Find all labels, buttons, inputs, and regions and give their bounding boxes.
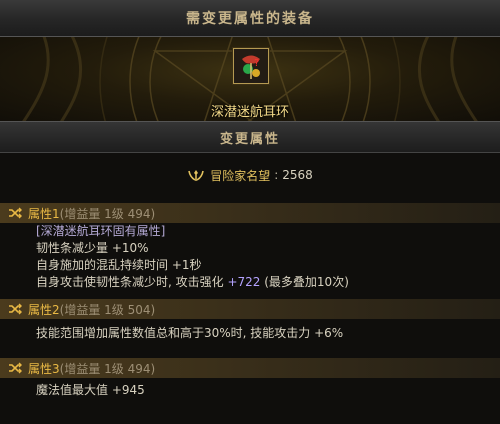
- shuffle-icon[interactable]: [8, 207, 22, 219]
- attribute-section-2-meta: (增益量 1级 504): [59, 302, 156, 317]
- svg-text:?: ?: [254, 58, 259, 69]
- attribute-section-3-header[interactable]: 属性3 (增益量 1级 494): [0, 358, 500, 378]
- reputation-separator: :: [274, 168, 279, 182]
- reputation-value: 2568: [282, 168, 313, 182]
- attribute-1-line-3-suffix: (最多叠加10次): [260, 275, 349, 289]
- attribute-1-line-2: 自身施加的混乱持续时间 +1秒: [36, 258, 202, 272]
- attribute-section-1-header[interactable]: 属性1 (增益量 1级 494): [0, 203, 500, 223]
- attribute-section-1-label: 属性1: [28, 206, 60, 221]
- earring-icon[interactable]: ?: [233, 48, 269, 84]
- attribute-1-line-3: 自身攻击使韧性条减少时, 攻击强化 +722 (最多叠加10次): [0, 274, 500, 291]
- attribute-2-line-1: 技能范围增加属性数值总和高于30%时, 技能攻击力 +6%: [36, 326, 344, 340]
- reputation-label: 冒险家名望: [210, 168, 271, 183]
- attribute-section-3-meta: (增益量 1级 494): [59, 361, 156, 376]
- attribute-1-line-3-text: 自身攻击使韧性条减少时, 攻击强化: [36, 275, 228, 289]
- attribute-section-3-label: 属性3: [28, 361, 60, 376]
- item-showcase: ? 深潜迷航耳环: [0, 37, 500, 121]
- change-attribute-header: 变更属性: [0, 121, 500, 153]
- attribute-1-line-1: 韧性条减少量 +10%: [36, 241, 149, 255]
- item-attribute-change-panel: 需变更属性的装备 ? 深潜迷航耳环 变更属性 冒险家名望: 2568 属性1 …: [0, 0, 500, 424]
- equipment-header-title: 需变更属性的装备: [186, 11, 314, 27]
- adventurer-reputation: 冒险家名望 : 2568: [0, 153, 500, 197]
- attribute-section-2-label: 属性2: [28, 302, 60, 317]
- attribute-3-line-1: 魔法值最大值 +945: [36, 383, 145, 397]
- equipment-header: 需变更属性的装备: [0, 0, 500, 37]
- attribute-1-tag: [深潜迷航耳环固有属性]: [36, 224, 166, 238]
- change-attribute-title: 变更属性: [219, 131, 280, 147]
- attribute-1-line-3-value: +722: [227, 275, 261, 289]
- laurel-icon: [188, 170, 204, 181]
- shuffle-icon[interactable]: [8, 303, 22, 315]
- attribute-section-1-meta: (增益量 1级 494): [59, 206, 156, 221]
- shuffle-icon[interactable]: [8, 362, 22, 374]
- item-name: 深潜迷航耳环: [210, 105, 289, 120]
- attribute-section-2-header[interactable]: 属性2 (增益量 1级 504): [0, 299, 500, 319]
